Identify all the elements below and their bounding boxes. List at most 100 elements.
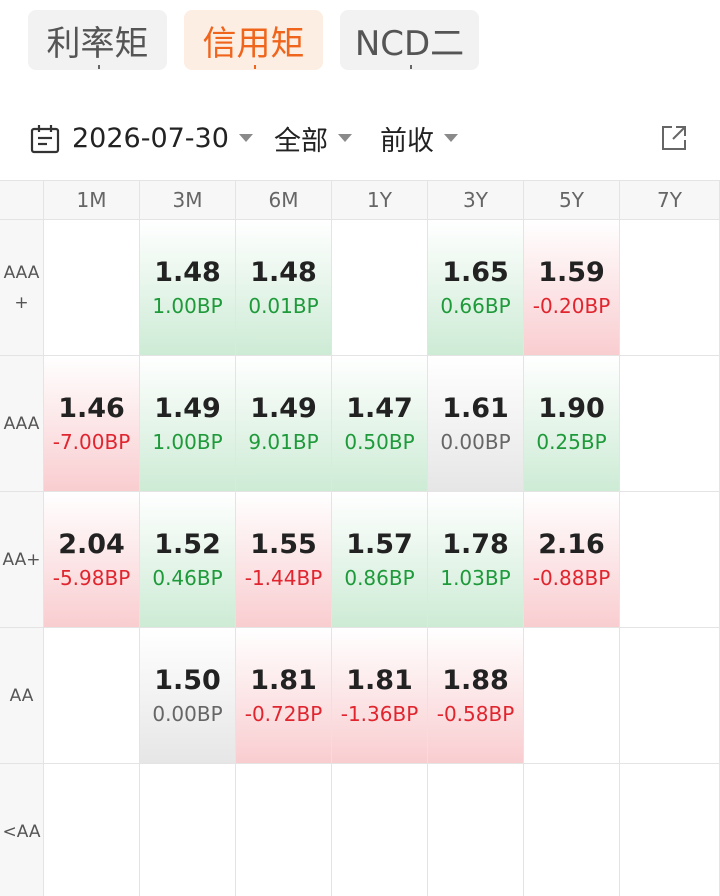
yield-change: -5.98BP [52, 565, 131, 590]
column-header: 5Y [524, 180, 620, 220]
yield-value: 1.65 [442, 256, 509, 288]
yield-change: 0.01BP [248, 293, 319, 318]
matrix-cell-empty [524, 628, 620, 764]
yield-value: 1.57 [346, 528, 413, 560]
matrix-cell[interactable]: 1.48 0.01BP [236, 220, 332, 356]
matrix-cell[interactable]: 1.78 1.03BP [428, 492, 524, 628]
matrix-cell-empty [620, 220, 720, 356]
yield-change: 0.46BP [152, 565, 223, 590]
tab-rate-matrix[interactable]: 利率矩 [28, 10, 167, 70]
yield-value: 1.48 [250, 256, 317, 288]
matrix-cell[interactable]: 1.81 -1.36BP [332, 628, 428, 764]
tab-ncd-matrix[interactable]: NCD二 [340, 10, 479, 70]
yield-change: 0.86BP [344, 565, 415, 590]
yield-change: 1.00BP [152, 429, 223, 454]
yield-value: 2.16 [538, 528, 605, 560]
compare-selector[interactable]: 前收 [380, 112, 458, 164]
yield-change: 1.00BP [152, 293, 223, 318]
matrix-cell[interactable]: 2.16 -0.88BP [524, 492, 620, 628]
column-header: 7Y [620, 180, 720, 220]
yield-change: -7.00BP [52, 429, 131, 454]
row-label: AA [0, 628, 44, 764]
matrix-cell[interactable]: 1.49 1.00BP [140, 356, 236, 492]
matrix-cell[interactable]: 1.90 0.25BP [524, 356, 620, 492]
matrix-cell[interactable]: 1.52 0.46BP [140, 492, 236, 628]
column-header: 1Y [332, 180, 428, 220]
date-selector[interactable]: 2026-07-30 [72, 112, 253, 164]
column-header: 3M [140, 180, 236, 220]
yield-value: 1.52 [154, 528, 221, 560]
chevron-down-icon [444, 134, 458, 142]
matrix-cell-empty [44, 220, 140, 356]
chevron-down-icon [238, 134, 253, 142]
tab-indicator [409, 65, 412, 69]
tab-label: 信用矩 [202, 23, 305, 64]
matrix-corner [0, 180, 44, 220]
matrix-cell-empty [620, 764, 720, 896]
matrix-cell-empty [236, 764, 332, 896]
share-icon[interactable] [660, 124, 688, 152]
yield-value: 1.49 [250, 392, 317, 424]
yield-value: 1.47 [346, 392, 413, 424]
calendar-icon[interactable] [30, 124, 60, 154]
yield-value: 1.78 [442, 528, 509, 560]
matrix-cell-empty [140, 764, 236, 896]
yield-change: -1.44BP [244, 565, 323, 590]
matrix-cell-empty [524, 764, 620, 896]
matrix-cell[interactable]: 1.65 0.66BP [428, 220, 524, 356]
yield-change: -0.58BP [436, 701, 515, 726]
matrix-cell[interactable]: 1.59 -0.20BP [524, 220, 620, 356]
date-value: 2026-07-30 [72, 122, 229, 154]
matrix-cell[interactable]: 2.04 -5.98BP [44, 492, 140, 628]
matrix-cell[interactable]: 1.55 -1.44BP [236, 492, 332, 628]
tab-credit-matrix[interactable]: 信用矩 [184, 10, 323, 70]
yield-value: 1.59 [538, 256, 605, 288]
yield-value: 1.46 [58, 392, 125, 424]
column-header: 1M [44, 180, 140, 220]
matrix-cell[interactable]: 1.61 0.00BP [428, 356, 524, 492]
matrix-cell[interactable]: 1.57 0.86BP [332, 492, 428, 628]
column-header: 3Y [428, 180, 524, 220]
matrix-cell[interactable]: 1.47 0.50BP [332, 356, 428, 492]
chevron-down-icon [338, 134, 352, 142]
matrix-tab-bar: 利率矩 信用矩 NCD二 [0, 0, 720, 75]
matrix-cell[interactable]: 1.88 -0.58BP [428, 628, 524, 764]
matrix-cell[interactable]: 1.49 9.01BP [236, 356, 332, 492]
yield-change: 0.00BP [440, 429, 511, 454]
yield-value: 1.55 [250, 528, 317, 560]
filter-bar: 2026-07-30 全部 前收 [0, 112, 720, 164]
matrix-cell-empty [332, 220, 428, 356]
tab-label: 利率矩 [46, 23, 149, 64]
scope-value: 全部 [274, 125, 328, 157]
yield-value: 1.81 [250, 664, 317, 696]
compare-value: 前收 [380, 125, 434, 157]
yield-change: 0.50BP [344, 429, 415, 454]
yield-change: -0.72BP [244, 701, 323, 726]
matrix-cell[interactable]: 1.50 0.00BP [140, 628, 236, 764]
matrix-cell[interactable]: 1.81 -0.72BP [236, 628, 332, 764]
matrix-cell[interactable]: 1.48 1.00BP [140, 220, 236, 356]
yield-change: -0.20BP [532, 293, 611, 318]
yield-value: 1.88 [442, 664, 509, 696]
tab-indicator [97, 65, 100, 69]
yield-change: 1.03BP [440, 565, 511, 590]
matrix-cell-empty [44, 628, 140, 764]
row-label: AA+ [0, 492, 44, 628]
yield-value: 1.61 [442, 392, 509, 424]
tab-label: NCD二 [354, 23, 465, 64]
row-label: AAA [0, 356, 44, 492]
yield-value: 1.90 [538, 392, 605, 424]
yield-change: 0.25BP [536, 429, 607, 454]
matrix-cell[interactable]: 1.46 -7.00BP [44, 356, 140, 492]
scope-selector[interactable]: 全部 [274, 112, 352, 164]
matrix-cell-empty [428, 764, 524, 896]
yield-change: 0.66BP [440, 293, 511, 318]
yield-value: 1.81 [346, 664, 413, 696]
tab-indicator [253, 65, 256, 69]
yield-change: -0.88BP [532, 565, 611, 590]
matrix-cell-empty [332, 764, 428, 896]
yield-change: -1.36BP [340, 701, 419, 726]
matrix-cell-empty [620, 492, 720, 628]
credit-yield-matrix: 1M 3M 6M 1Y 3Y 5Y 7Y AAA +1.48 1.00BP 1.48 0.01BP 1… [0, 180, 720, 896]
column-header: 6M [236, 180, 332, 220]
